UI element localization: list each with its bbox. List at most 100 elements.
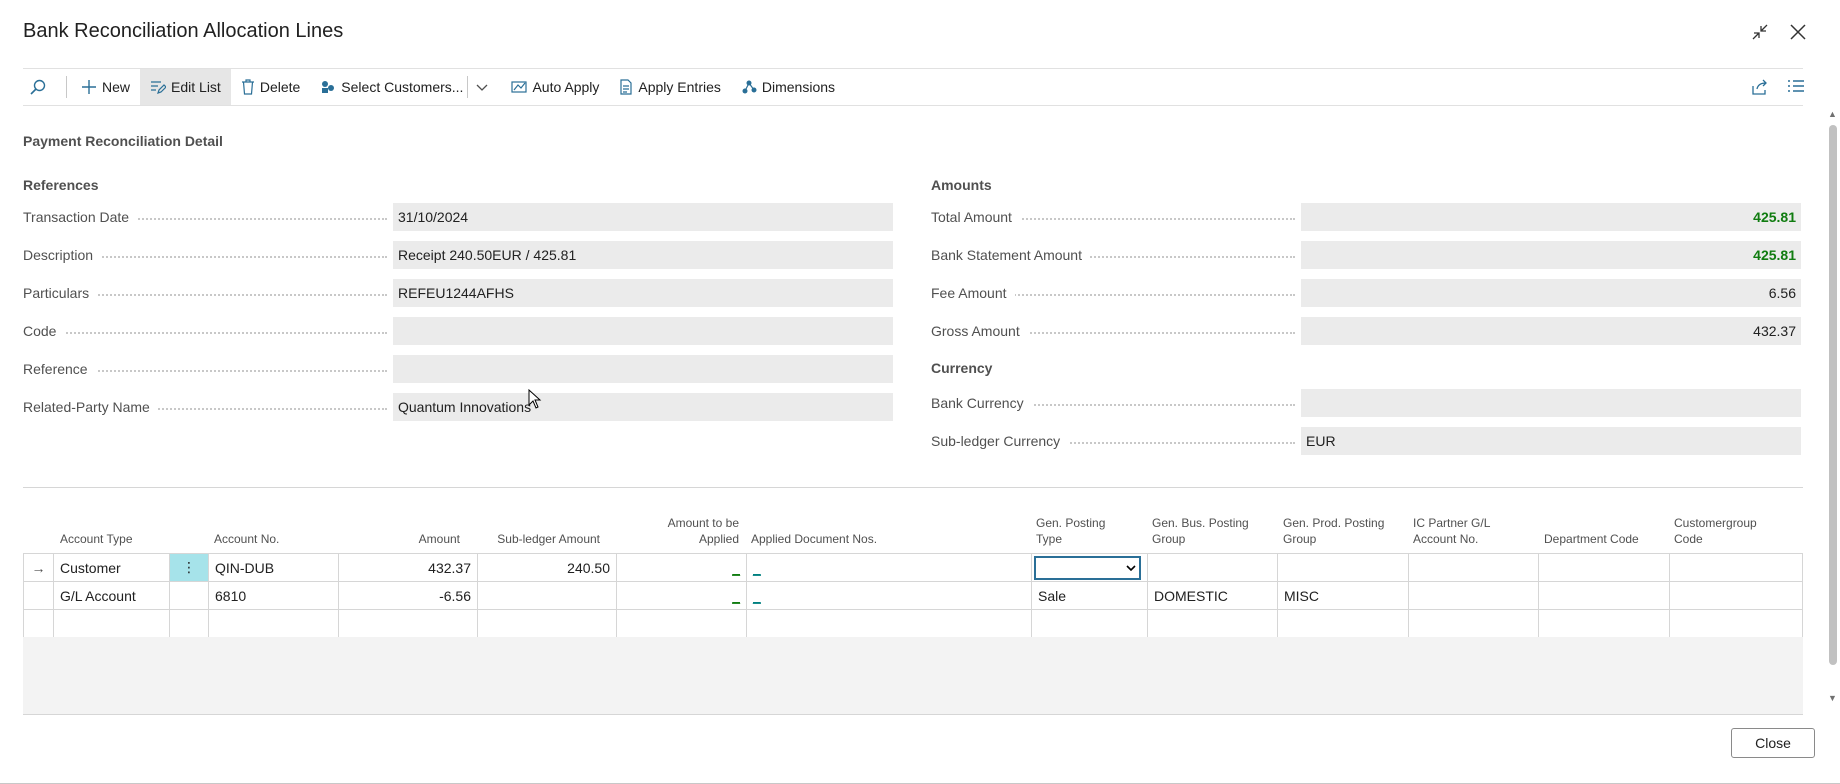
table-row[interactable]: G/L Account 6810 -6.56 _ _ Sale DOMESTIC… [23, 582, 1803, 610]
section-divider [23, 487, 1803, 488]
col-gen-prod-posting[interactable]: Gen. Prod. Posting Group [1283, 515, 1384, 547]
scroll-down-arrow-icon[interactable]: ▼ [1828, 693, 1837, 703]
col-customergroup[interactable]: Customergroup Code [1674, 515, 1757, 547]
description-value[interactable]: Receipt 240.50EUR / 425.81 [393, 241, 893, 269]
cell-amount[interactable] [339, 610, 478, 638]
row-more-options[interactable] [170, 582, 209, 610]
amount-to-apply-link[interactable]: _ [732, 560, 740, 576]
total-amount-value[interactable]: 425.81 [1301, 203, 1801, 231]
cell-amount[interactable]: -6.56 [339, 582, 478, 610]
cell-account-no[interactable]: QIN-DUB [209, 554, 339, 582]
col-gen-bus-posting[interactable]: Gen. Bus. Posting Group [1152, 515, 1249, 547]
dimensions-button[interactable]: Dimensions [731, 69, 845, 105]
col-ic-partner[interactable]: IC Partner G/L Account No. [1413, 515, 1490, 547]
list-view-icon[interactable] [1787, 69, 1805, 105]
cell-gen-bus-group[interactable]: DOMESTIC [1148, 582, 1278, 610]
cell-amount-to-apply[interactable]: _ [617, 554, 747, 582]
transaction-date-value[interactable]: 31/10/2024 [393, 203, 893, 231]
reference-value[interactable] [393, 355, 893, 383]
cell-account-no[interactable] [209, 610, 339, 638]
action-toolbar: New Edit List Delete Select Customers...… [23, 68, 1805, 106]
row-more-options[interactable] [170, 610, 209, 638]
cell-subledger-amount[interactable]: 240.50 [478, 554, 617, 582]
search-icon[interactable] [23, 69, 62, 105]
cell-gen-prod-group[interactable] [1278, 610, 1409, 638]
amounts-group-title: Amounts [931, 177, 992, 193]
particulars-field: Particulars REFEU1244AFHS [23, 279, 893, 307]
cell-applied-doc[interactable]: _ [747, 582, 1032, 610]
row-more-options-icon[interactable]: ⋮ [170, 554, 209, 582]
bank-currency-value[interactable] [1301, 389, 1801, 417]
subledger-currency-value[interactable]: EUR [1301, 427, 1801, 455]
cell-gen-prod-group[interactable]: MISC [1278, 582, 1409, 610]
fee-amount-value[interactable]: 6.56 [1301, 279, 1801, 307]
vertical-scrollbar[interactable]: ▲ ▼ [1826, 107, 1840, 707]
cell-account-type[interactable]: Customer [54, 554, 170, 582]
cell-ic-partner[interactable] [1409, 610, 1539, 638]
applied-doc-link[interactable]: _ [753, 588, 761, 604]
code-value[interactable] [393, 317, 893, 345]
col-department[interactable]: Department Code [1544, 531, 1639, 547]
delete-button[interactable]: Delete [231, 69, 310, 105]
cell-amount-to-apply[interactable]: _ [617, 582, 747, 610]
cell-gen-posting-type[interactable] [1032, 554, 1148, 582]
field-label: Related-Party Name [23, 393, 393, 421]
cell-ic-partner[interactable] [1409, 554, 1539, 582]
cell-department[interactable] [1539, 554, 1670, 582]
close-button[interactable]: Close [1731, 728, 1815, 758]
cell-applied-doc[interactable]: _ [747, 554, 1032, 582]
page-title: Bank Reconciliation Allocation Lines [23, 20, 344, 42]
cell-account-type[interactable]: G/L Account [54, 582, 170, 610]
cell-amount[interactable]: 432.37 [339, 554, 478, 582]
new-button[interactable]: New [71, 69, 140, 105]
close-icon[interactable] [1786, 20, 1810, 44]
gross-amount-value[interactable]: 432.37 [1301, 317, 1801, 345]
related-party-value[interactable]: Quantum Innovations [393, 393, 893, 421]
scrollbar-thumb[interactable] [1829, 125, 1837, 665]
col-amount-to-apply[interactable]: Amount to be Applied [613, 515, 739, 547]
applied-doc-link[interactable]: _ [753, 560, 761, 576]
cell-subledger-amount[interactable] [478, 610, 617, 638]
cell-gen-bus-group[interactable] [1148, 554, 1278, 582]
chevron-down-icon[interactable] [468, 69, 501, 105]
cell-account-type[interactable] [54, 610, 170, 638]
cell-department[interactable] [1539, 582, 1670, 610]
cell-gen-posting-type[interactable]: Sale [1032, 582, 1148, 610]
edit-list-button[interactable]: Edit List [140, 69, 231, 105]
cell-ic-partner[interactable] [1409, 582, 1539, 610]
share-icon[interactable] [1751, 69, 1769, 105]
col-subledger-amount[interactable]: Sub-ledger Amount [476, 531, 600, 547]
cell-customergroup[interactable] [1670, 554, 1803, 582]
cell-amount-to-apply[interactable] [617, 610, 747, 638]
cell-customergroup[interactable] [1670, 582, 1803, 610]
amount-to-apply-link[interactable]: _ [732, 588, 740, 604]
cell-applied-doc[interactable] [747, 610, 1032, 638]
row-indicator-arrow-icon: → [23, 554, 54, 582]
section-title: Payment Reconciliation Detail [23, 133, 223, 149]
col-account-type[interactable]: Account Type [60, 531, 133, 547]
particulars-value[interactable]: REFEU1244AFHS [393, 279, 893, 307]
col-amount[interactable]: Amount [328, 531, 460, 547]
apply-entries-button[interactable]: Apply Entries [609, 69, 730, 105]
table-row[interactable]: → Customer ⋮ QIN-DUB 432.37 240.50 _ _ [23, 554, 1803, 582]
cell-account-no[interactable]: 6810 [209, 582, 339, 610]
col-gen-posting-type[interactable]: Gen. Posting Type [1036, 515, 1105, 547]
col-applied-doc[interactable]: Applied Document Nos. [751, 531, 877, 547]
scroll-up-arrow-icon[interactable]: ▲ [1828, 109, 1837, 119]
cell-gen-posting-type[interactable] [1032, 610, 1148, 638]
auto-apply-button[interactable]: Auto Apply [501, 69, 609, 105]
apply-entries-icon [620, 79, 632, 95]
cell-customergroup[interactable] [1670, 610, 1803, 638]
select-customers-button[interactable]: Select Customers... [310, 69, 467, 105]
bank-statement-amount-value[interactable]: 425.81 [1301, 241, 1801, 269]
auto-apply-label: Auto Apply [532, 79, 600, 95]
cell-subledger-amount[interactable] [478, 582, 617, 610]
field-label: Code [23, 317, 393, 345]
table-row-empty[interactable] [23, 610, 1803, 638]
collapse-icon[interactable] [1748, 20, 1772, 44]
cell-gen-prod-group[interactable] [1278, 554, 1409, 582]
col-account-no[interactable]: Account No. [214, 531, 279, 547]
gen-posting-type-select[interactable] [1034, 555, 1141, 580]
cell-department[interactable] [1539, 610, 1670, 638]
cell-gen-bus-group[interactable] [1148, 610, 1278, 638]
